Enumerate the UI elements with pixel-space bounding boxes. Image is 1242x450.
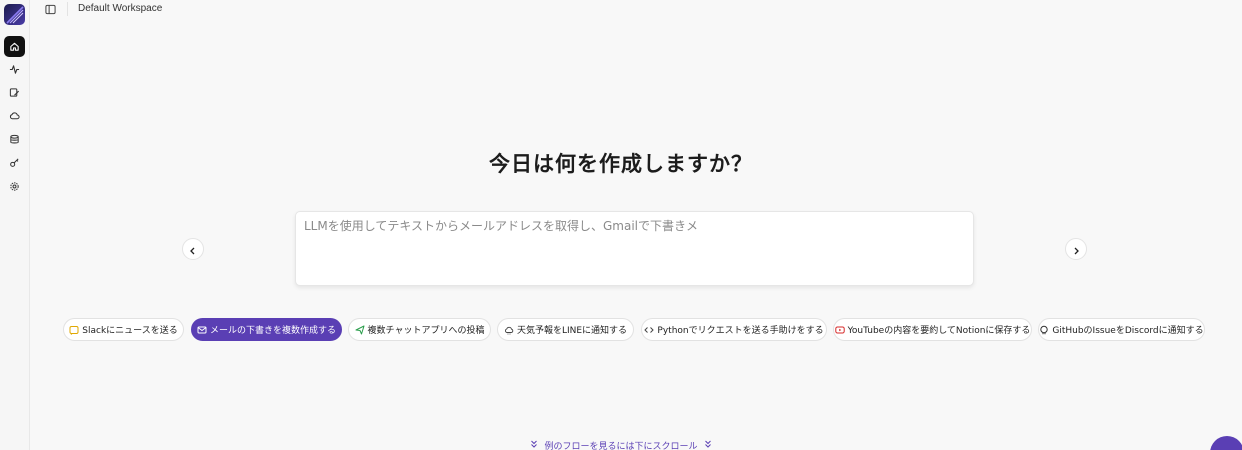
send-icon [355, 325, 365, 335]
cloud-icon [504, 325, 514, 335]
prompt-input[interactable] [296, 212, 973, 285]
chip-label: メールの下書きを複数作成する [210, 326, 337, 336]
header-divider [67, 2, 68, 16]
sidebar-item-cloud[interactable] [4, 105, 25, 126]
sidebar-item-editor[interactable] [4, 82, 25, 103]
database-icon [9, 130, 20, 149]
chip-label: 複数チャットアプリへの投稿 [367, 326, 485, 336]
chevrons-down-icon [530, 440, 538, 450]
app-logo[interactable] [4, 4, 25, 25]
chevron-left-icon [189, 240, 197, 259]
prev-button[interactable] [182, 238, 204, 260]
chip-label: Pythonでリクエストを送る手助けをする [657, 326, 824, 336]
panel-toggle-icon [44, 0, 56, 19]
sidebar-item-database[interactable] [4, 129, 25, 150]
sidebar-item-home[interactable] [4, 36, 25, 57]
github-icon [1039, 325, 1049, 335]
workspace-name[interactable]: Default Workspace [78, 3, 162, 14]
suggestion-chip[interactable]: YouTubeの内容を要約してNotionに保存する [833, 318, 1032, 341]
edit-icon [9, 83, 20, 102]
home-icon [9, 37, 20, 56]
chip-label: YouTubeの内容を要約してNotionに保存する [847, 326, 1031, 336]
page-title: 今日は何を作成しますか？ [489, 152, 753, 176]
code-icon [644, 325, 655, 335]
next-button[interactable] [1065, 238, 1087, 260]
suggestion-chip[interactable]: GitHubのIssueをDiscordに通知する [1038, 318, 1205, 341]
scroll-hint[interactable]: 例のフローを見るには下にスクロール [0, 439, 1242, 450]
suggestion-chip[interactable]: 複数チャットアプリへの投稿 [348, 318, 491, 341]
mail-icon [197, 325, 207, 335]
chip-label: GitHubのIssueをDiscordに通知する [1052, 326, 1204, 336]
cloud-icon [9, 106, 20, 125]
chip-label: Slackにニュースを送る [82, 326, 178, 336]
prompt-box [295, 211, 974, 286]
sidebar-item-activity[interactable] [4, 59, 25, 80]
suggestion-chip[interactable]: Slackにニュースを送る [63, 318, 184, 341]
suggestion-chip[interactable]: 天気予報をLINEに通知する [497, 318, 634, 341]
sidebar-item-settings[interactable] [4, 176, 25, 197]
sidebar-toggle-button[interactable] [44, 3, 56, 15]
suggestion-chip[interactable]: メールの下書きを複数作成する [191, 318, 342, 341]
activity-icon [9, 60, 20, 79]
chevron-right-icon [1072, 240, 1080, 259]
settings-icon [9, 177, 20, 196]
suggestion-chip[interactable]: Pythonでリクエストを送る手助けをする [641, 318, 827, 341]
chip-label: 天気予報をLINEに通知する [516, 326, 628, 336]
scroll-hint-text: 例のフローを見るには下にスクロール [544, 442, 698, 450]
chevrons-down-icon [704, 440, 712, 450]
slack-icon [69, 325, 79, 335]
youtube-icon [834, 325, 845, 335]
sidebar [0, 0, 30, 450]
